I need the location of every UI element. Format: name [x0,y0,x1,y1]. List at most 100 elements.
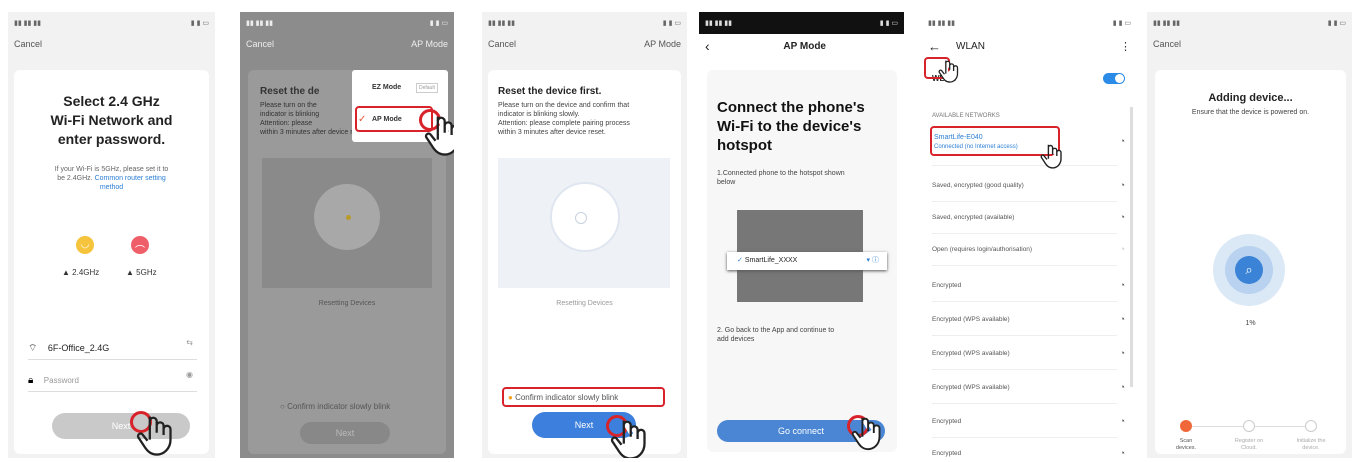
status-bar: ▮▮ ▮▮ ▮▮ ▮ ▮ ▭ [488,20,681,27]
default-badge: Default [416,83,438,93]
page-title-line3: enter password. [57,131,166,147]
network-row[interactable]: Saved, encrypted (available) ◔ [932,202,1125,234]
heading-line: Connect the phone's [717,99,865,116]
status-bar: ▮▮ ▮▮ ▮▮ ▮ ▮ ▭ [1153,20,1346,27]
resetting-devices-link[interactable]: Resetting Devices [248,300,446,307]
hand-pointer-icon [938,60,959,83]
cancel-button[interactable]: Cancel [488,39,516,49]
progress-ring: ⌕ [1213,234,1285,306]
instruction-line: Please turn on the device and confirm th… [498,102,630,109]
step-initialize-indicator [1305,420,1317,432]
step1-text-2: below [717,179,736,186]
resetting-devices-link[interactable]: Resetting Devices [488,300,681,307]
network-row[interactable]: Encrypted ◔ [932,270,1125,302]
smile-icon: ◡ [76,236,94,254]
step-scan-label: Scan devices. [1175,438,1197,451]
device-illustration [262,158,432,288]
hand-pointer-icon [851,417,881,451]
band-5-label: ▲ 5GHz [126,268,157,277]
wifi-lock-icon: ◔ [1119,348,1125,358]
ssid-value: 6F-Office_2.4G [47,343,110,353]
scrollbar[interactable] [1130,107,1133,387]
page-title: Reset the device first. [498,86,602,97]
band-24-label: ▲ 2.4GHz [62,268,100,277]
wifi-open-icon: ◔ [1119,244,1125,254]
wifi-lock-icon: ◔ [1119,180,1125,190]
mode-dropdown[interactable]: AP Mode [644,39,681,49]
mode-dropdown[interactable]: AP Mode [411,39,448,49]
wifi-lock-icon: ◔ [1119,314,1125,324]
step-initialize-label: Initialize the device. [1296,438,1326,451]
page-title: AP Mode [783,40,826,52]
info-icon: ▾ ⓘ [866,257,879,264]
network-row[interactable]: Encrypted ◔ [932,438,1125,458]
network-row[interactable]: Encrypted (WPS available) ◔ [932,338,1125,370]
screen-reset-device: ▮▮ ▮▮ ▮▮ ▮ ▮ ▭ Cancel AP Mode Reset the de… [482,12,687,458]
highlight-box [502,387,665,407]
screen-select-wifi: ▮▮ ▮▮ ▮▮ ▮ ▮ ▭ Cancel Select 2.4 GHz Wi-F… [8,12,215,458]
instruction-line: Attention: please complete pairing proce… [498,120,630,127]
step2-text-2: add devices [717,336,755,343]
eye-icon[interactable]: ◉ [186,370,193,379]
page-title: WLAN [956,40,985,52]
page-title: Adding device... [1208,92,1293,104]
next-button[interactable]: Next [300,422,390,444]
cancel-button[interactable]: Cancel [246,39,274,49]
switch-network-icon[interactable]: ⇆ [186,338,193,347]
page-subtitle: Ensure that the device is powered on. [1191,109,1310,116]
sad-icon: ︵ [131,236,149,254]
screen-connect-hotspot: ▮▮ ▮▮ ▮▮ ▮ ▮ ▭ ‹ AP Mode Connect the phon… [699,12,904,458]
page-title-line2: Wi-Fi Network and [50,112,173,128]
password-placeholder: Password [43,376,79,385]
info-text: If your Wi-Fi is 5GHz, please set it to [54,166,169,173]
progress-percent: 1% [1245,320,1256,327]
wifi-lock-icon: ◔ [1119,212,1125,222]
ssid-field[interactable]: ⌔ 6F-Office_2.4G ⇆ [28,338,197,360]
menu-item-ez-mode[interactable]: EZ Mode [372,84,401,91]
screen-adding-device: ▮▮ ▮▮ ▮▮ ▮ ▮ ▭ Cancel Adding device... En… [1147,12,1352,458]
router-setting-link[interactable]: Common router setting [95,175,166,182]
lock-icon: 🔒︎ [28,375,34,386]
cancel-button[interactable]: Cancel [14,39,42,49]
wifi-lock-icon: ◔ [1119,448,1125,458]
wifi-signal-icon: ◔ [1119,136,1125,146]
status-bar: ▮▮ ▮▮ ▮▮ ▮ ▮ ▭ [928,20,1131,27]
more-icon[interactable]: ⋮ [1120,40,1131,53]
network-row[interactable]: Saved, encrypted (good quality) ◔ [932,170,1125,202]
wifi-list-illustration: ✓ SmartLife_XXXX ▾ ⓘ [727,210,887,302]
step-register-indicator [1243,420,1255,432]
step-register-label: Register on Cloud. [1234,438,1264,451]
heading-line: hotspot [717,137,772,154]
password-field[interactable]: 🔒︎ Password ◉ [28,370,197,392]
cancel-button[interactable]: Cancel [1153,39,1181,49]
network-row[interactable]: Encrypted (WPS available) ◔ [932,304,1125,336]
info-text-2: be 2.4GHz. [57,175,93,182]
wifi-lock-icon: ◔ [1119,280,1125,290]
back-icon[interactable]: ‹ [705,38,710,54]
hand-pointer-icon [136,416,172,456]
network-row[interactable]: Encrypted (WPS available) ◔ [932,372,1125,404]
screen-ap-mode-menu: ▮▮ ▮▮ ▮▮ ▮ ▮ ▭ Cancel AP Mode Reset the de… [240,12,454,458]
confirm-label: Confirm indicator slowly blink [287,402,391,411]
search-icon: ⌕ [1235,256,1263,284]
network-row[interactable]: Encrypted ◔ [932,406,1125,438]
wifi-lock-icon: ◔ [1119,416,1125,426]
available-networks-header: AVAILABLE NETWORKS [932,113,1000,119]
network-row[interactable]: Open (requires login/authorisation) ◔ [932,234,1125,266]
hand-pointer-icon [424,116,454,156]
page-title: Select 2.4 GHz [63,93,160,109]
hand-pointer-icon [1040,144,1062,169]
step-scan-indicator [1180,420,1192,432]
router-setting-link-2[interactable]: method [14,183,209,192]
step2-text: 2. Go back to the App and continue to [717,327,835,334]
heading-line: Wi-Fi to the device's [717,118,862,135]
wlan-toggle[interactable] [1103,73,1125,84]
screen-wlan-settings: ▮▮ ▮▮ ▮▮▮ ▮ ▭ ← WLAN ⋮ WLAN AVAILABLE NE… [922,12,1137,458]
status-bar: ▮▮ ▮▮ ▮▮ ▮ ▮ ▭ [14,20,209,27]
back-arrow-icon[interactable]: ← [928,39,941,54]
status-bar: ▮▮ ▮▮ ▮▮ ▮ ▮ ▭ [699,12,904,34]
instruction-line: indicator is blinking slowly. [498,111,580,118]
hand-pointer-icon [610,420,646,458]
confirm-checkbox[interactable]: ○ Confirm indicator slowly blink [280,402,390,411]
wifi-lock-icon: ◔ [1119,382,1125,392]
